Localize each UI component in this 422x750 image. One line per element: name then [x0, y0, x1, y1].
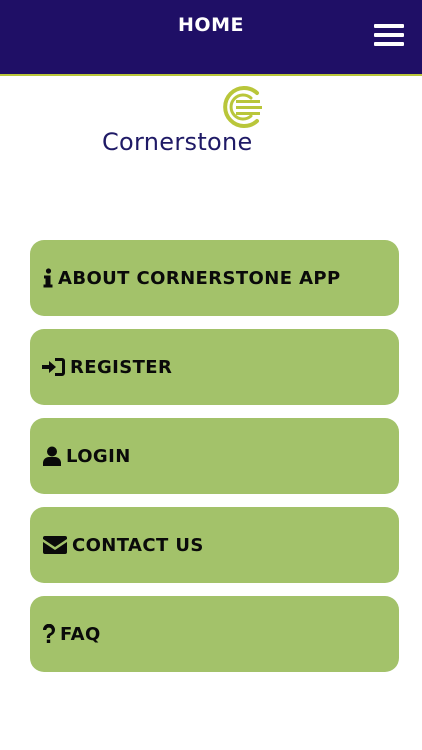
- cornerstone-logo-mark-icon: [223, 86, 262, 128]
- main-menu: ABOUT CORNERSTONE APP REGISTER LOGIN CON…: [30, 240, 399, 685]
- hamburger-menu-icon[interactable]: [374, 22, 404, 48]
- user-icon: [42, 446, 62, 466]
- logo-text: Cornerstone: [102, 128, 253, 156]
- login-label: LOGIN: [66, 445, 131, 467]
- menu-bar: [374, 42, 404, 46]
- info-icon: [42, 268, 54, 288]
- about-cornerstone-app-button[interactable]: ABOUT CORNERSTONE APP: [30, 240, 399, 316]
- register-button[interactable]: REGISTER: [30, 329, 399, 405]
- faq-label: FAQ: [60, 623, 101, 645]
- menu-bar: [374, 33, 404, 37]
- login-button[interactable]: LOGIN: [30, 418, 399, 494]
- contact-us-button[interactable]: CONTACT US: [30, 507, 399, 583]
- about-cornerstone-app-label: ABOUT CORNERSTONE APP: [58, 267, 341, 289]
- page-title: HOME: [178, 14, 244, 36]
- app-header: HOME: [0, 0, 422, 76]
- menu-bar: [374, 24, 404, 28]
- faq-button[interactable]: FAQ: [30, 596, 399, 672]
- sign-in-icon: [42, 357, 66, 377]
- contact-us-label: CONTACT US: [72, 534, 204, 556]
- cornerstone-logo: Cornerstone: [100, 84, 270, 158]
- envelope-icon: [42, 535, 68, 555]
- question-icon: [42, 624, 56, 644]
- register-label: REGISTER: [70, 356, 173, 378]
